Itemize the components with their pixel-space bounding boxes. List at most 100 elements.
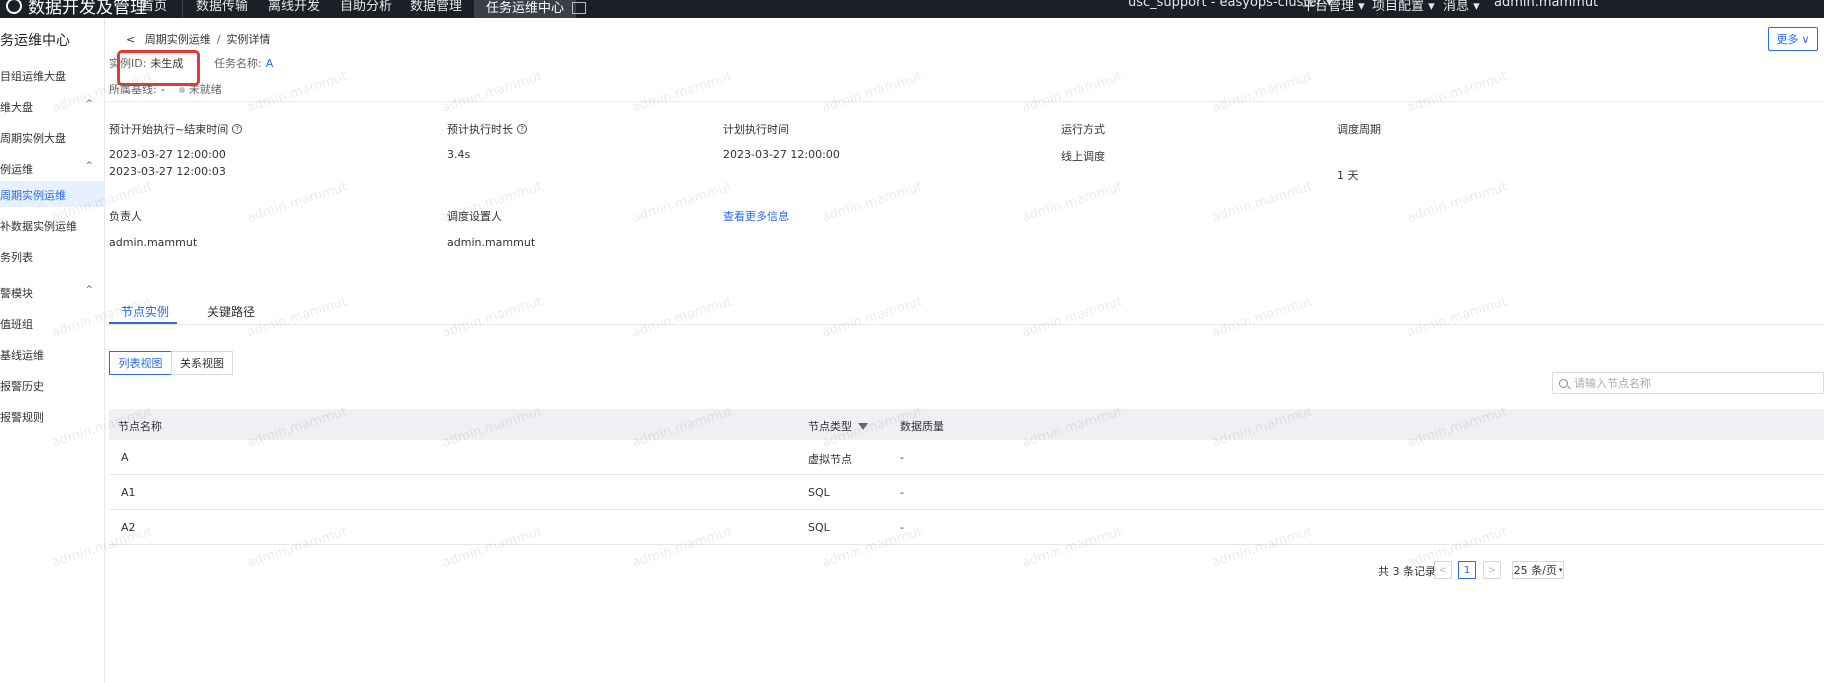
cell-data-quality: - <box>900 451 904 464</box>
app-logo[interactable]: 数据开发及管理 <box>6 0 147 18</box>
task-name-label: 任务名称: <box>214 57 262 70</box>
divider <box>106 101 1824 102</box>
project-menu[interactable]: 项目配置 ▾ <box>1372 0 1435 14</box>
sidebar-item-baseline-ops[interactable]: 基线运维 <box>0 341 105 367</box>
sidebar-item-label: 报警规则 <box>0 411 44 424</box>
cell-node-name: A <box>121 451 129 464</box>
pagination-prev-button[interactable]: < <box>1434 561 1452 579</box>
nav-tab-offline-dev[interactable]: 离线开发 <box>268 0 320 14</box>
sidebar-item-label: 基线运维 <box>0 349 44 362</box>
sidebar-item-task-list[interactable]: 务列表 <box>0 243 105 269</box>
more-info-link[interactable]: 查看更多信息 <box>723 208 789 224</box>
messages-menu[interactable]: 消息 ▾ <box>1443 0 1480 14</box>
tab-critical-path[interactable]: 关键路径 <box>207 303 255 320</box>
help-icon[interactable]: ? <box>232 124 243 134</box>
chevron-up-icon: ^ <box>85 99 93 109</box>
sidebar-item-alert-history[interactable]: 报警历史 <box>0 372 105 398</box>
owner-value: admin.mammut <box>109 236 198 249</box>
table-row[interactable]: A1 SQL - <box>109 475 1824 510</box>
sidebar-group-instance-ops[interactable]: 例运维 ^ <box>0 155 105 181</box>
baseline-label: 所属基线: <box>109 83 157 96</box>
status-badge: 未就绪 <box>188 83 222 96</box>
breadcrumb-separator: / <box>216 33 221 46</box>
nav-tab-transfer[interactable]: 数据传输 <box>196 0 248 14</box>
sidebar-item-alert-rules[interactable]: 报警规则 <box>0 403 105 429</box>
nav-tab-self-analysis[interactable]: 自助分析 <box>340 0 392 14</box>
node-search[interactable] <box>1552 372 1824 394</box>
sidebar-item-label: 例运维 <box>0 163 33 176</box>
more-button[interactable]: 更多 ∨ <box>1768 27 1818 51</box>
task-name-value[interactable]: A <box>266 57 274 70</box>
help-icon[interactable]: ? <box>517 124 527 134</box>
expected-window-end: 2023-03-27 12:00:03 <box>109 165 226 178</box>
page-size-select[interactable]: 25 条/页 ▾ <box>1512 561 1564 579</box>
sidebar-item-cycle-dashboard[interactable]: 周期实例大盘 <box>0 124 105 150</box>
sidebar-item-label: 值班组 <box>0 318 33 331</box>
project-label: 项目配置 <box>1372 0 1425 14</box>
expected-window-start: 2023-03-27 12:00:00 <box>109 148 226 161</box>
app-title: 数据开发及管理 <box>28 0 147 18</box>
sidebar-group-alert[interactable]: 警模块 ^ <box>0 279 105 305</box>
plan-time-label: 计划执行时间 <box>723 123 789 136</box>
list-view-button[interactable]: 列表视图 <box>109 351 172 375</box>
table-row[interactable]: A2 SQL - <box>109 510 1824 545</box>
chevron-up-icon: ^ <box>85 161 93 171</box>
add-tab-icon[interactable] <box>572 2 586 14</box>
sidebar-item-cycle-instance-ops[interactable]: 周期实例运维 <box>0 181 105 207</box>
breadcrumb-current: 实例详情 <box>226 33 271 46</box>
breadcrumb-parent[interactable]: 周期实例运维 <box>145 33 211 46</box>
sidebar-item-label: 周期实例运维 <box>0 189 66 202</box>
table-row[interactable]: A 虚拟节点 - <box>109 440 1824 475</box>
header-node-type-label: 节点类型 <box>808 420 852 433</box>
back-chevron-icon[interactable]: < <box>126 33 135 46</box>
task-name: 任务名称: A <box>214 55 273 71</box>
sidebar-item-label: 补数据实例运维 <box>0 220 77 233</box>
sidebar-item-label: 报警历史 <box>0 380 44 393</box>
expected-duration-label-text: 预计执行时长 <box>447 123 513 136</box>
pagination-next-button[interactable]: > <box>1483 561 1501 579</box>
sidebar-item-project-dashboard[interactable]: 目组运维大盘 <box>0 62 105 88</box>
main-content: < 周期实例运维 / 实例详情 更多 ∨ 实例ID: 未生成 任务名称: A 所属基线: -… <box>106 18 1824 683</box>
chevron-up-icon: ^ <box>85 285 93 295</box>
sidebar: 务运维中心 目组运维大盘 维大盘 ^ 周期实例大盘 例运维 ^ 周期实例运维 补数据… <box>0 18 105 683</box>
breadcrumb: < 周期实例运维 / 实例详情 <box>126 31 270 47</box>
pagination-page-button[interactable]: 1 <box>1458 561 1476 579</box>
search-input[interactable] <box>1574 376 1804 390</box>
cluster-label: usc_support - easyops-cluster <box>1128 0 1322 10</box>
owner-label: 负责人 <box>109 210 142 223</box>
sidebar-item-duty-group[interactable]: 值班组 <box>0 310 105 336</box>
cell-node-type: SQL <box>808 486 830 499</box>
header-data-quality: 数据质量 <box>900 420 944 433</box>
messages-label: 消息 <box>1443 0 1470 14</box>
cell-node-name: A1 <box>121 486 136 499</box>
cycle-value: 1 天 <box>1337 169 1359 182</box>
nav-tab-ops-center[interactable]: 任务运维中心 <box>474 0 577 18</box>
relation-view-button[interactable]: 关系视图 <box>171 351 233 375</box>
more-button-label: 更多 <box>1776 33 1799 46</box>
plan-time-value: 2023-03-27 12:00:00 <box>723 148 840 161</box>
chevron-down-icon: ∨ <box>1801 32 1810 46</box>
cell-node-type: 虚拟节点 <box>808 453 852 466</box>
expected-duration-label: 预计执行时长? <box>447 121 527 137</box>
baseline-value: - <box>160 83 165 96</box>
user-menu[interactable]: admin.mammut <box>1494 0 1598 10</box>
cell-node-type: SQL <box>808 521 830 534</box>
header-node-type: 节点类型 <box>808 418 868 434</box>
tab-node-instances[interactable]: 节点实例 <box>121 303 169 320</box>
expected-window-label: 预计开始执行~结束时间? <box>109 121 243 137</box>
cell-node-name: A2 <box>121 521 136 534</box>
nav-divider <box>182 0 183 18</box>
logo-icon <box>6 0 22 14</box>
sidebar-item-backfill-ops[interactable]: 补数据实例运维 <box>0 212 105 238</box>
run-mode-value: 线上调度 <box>1061 150 1105 163</box>
run-mode-label: 运行方式 <box>1061 123 1105 136</box>
nav-tab-home[interactable]: 首页 <box>141 0 167 14</box>
search-icon <box>1559 378 1568 388</box>
page-size-value: 25 条/页 <box>1513 564 1557 577</box>
sidebar-group-dashboard[interactable]: 维大盘 ^ <box>0 93 105 119</box>
filter-icon[interactable] <box>858 422 868 430</box>
cell-data-quality: - <box>900 521 904 534</box>
nav-tab-data-management[interactable]: 数据管理 <box>410 0 462 14</box>
expected-duration-value: 3.4s <box>447 148 471 161</box>
platform-menu[interactable]: 平台管理 ▾ <box>1302 0 1365 14</box>
